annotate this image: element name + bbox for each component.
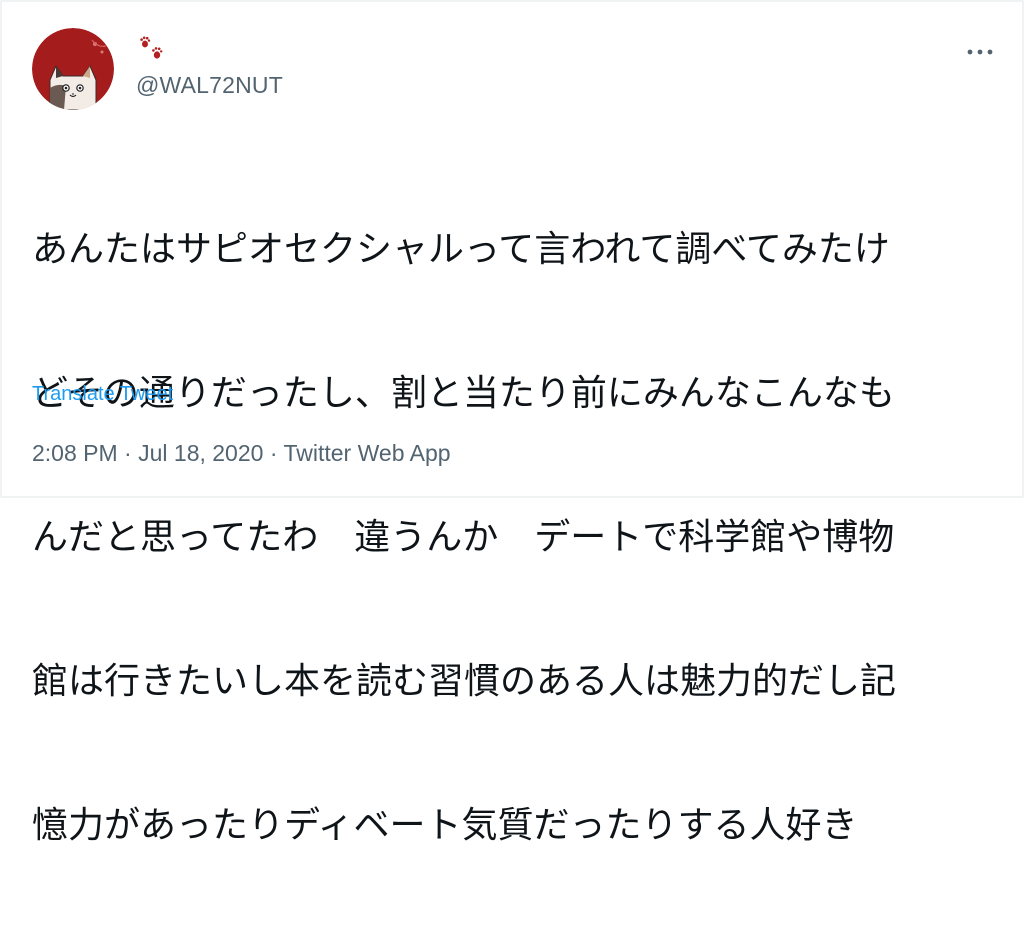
tweet-date[interactable]: Jul 18, 2020 <box>138 440 263 466</box>
avatar-cat-icon <box>32 28 114 110</box>
more-options-icon[interactable] <box>960 32 1000 72</box>
paw-prints-icon <box>139 35 167 63</box>
meta-separator: · <box>269 440 278 466</box>
tweet-text-line: 憶力があったりディベート気質だったりする人好き <box>32 805 858 846</box>
user-handle[interactable]: @WAL72NUT <box>136 72 283 99</box>
tweet-card: @WAL72NUT あんたはサピオセクシャルって言われて調べてみたけ どその通り… <box>0 0 1024 846</box>
tweet-text-line: んだと思ってたわ 違うんか デートで科学館や博物 <box>32 517 895 558</box>
tweet-metadata: 2:08 PM · Jul 18, 2020 · Twitter Web App <box>32 440 451 467</box>
tweet-source[interactable]: Twitter Web App <box>283 440 450 466</box>
translate-tweet-link[interactable]: Translate Tweet <box>32 383 173 406</box>
tweet-text-line: あんたはサピオセクシャルって言われて調べてみたけ <box>32 229 890 270</box>
divider <box>32 496 992 497</box>
tweet-text: あんたはサピオセクシャルって言われて調べてみたけ どその通りだったし、割と当たり… <box>32 130 987 946</box>
tweet-time[interactable]: 2:08 PM <box>32 440 118 466</box>
avatar[interactable] <box>32 28 114 110</box>
tweet-text-line: どその通りだったし、割と当たり前にみんなこんなも <box>32 373 895 414</box>
meta-separator: · <box>124 440 132 466</box>
tweet-text-line: 館は行きたいし本を読む習慣のある人は魅力的だし記 <box>32 661 897 702</box>
